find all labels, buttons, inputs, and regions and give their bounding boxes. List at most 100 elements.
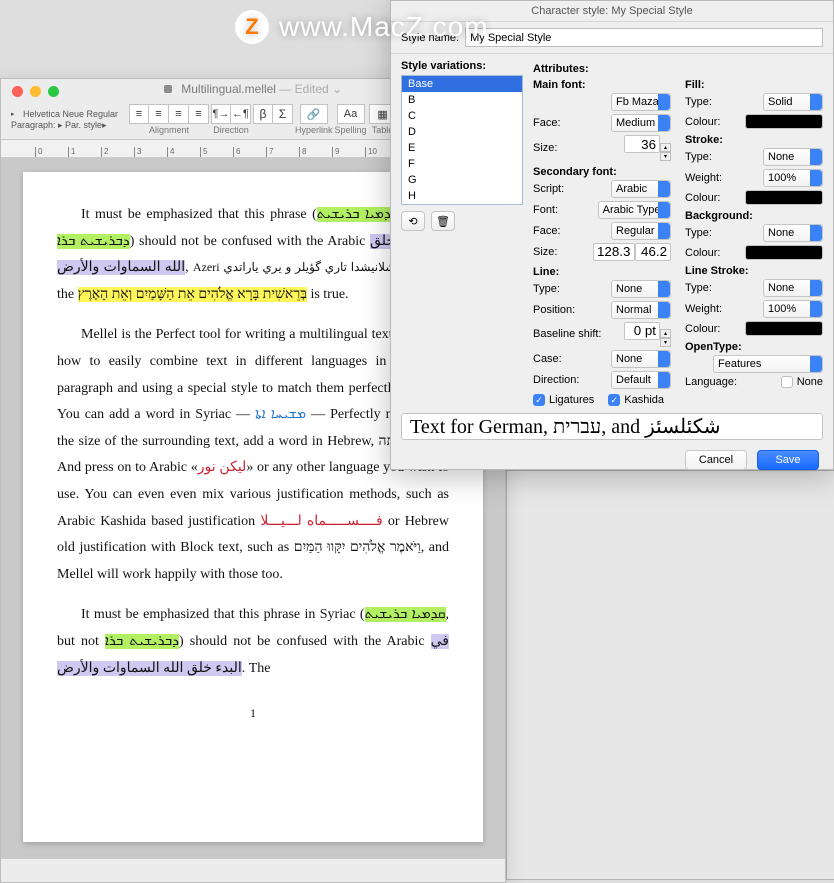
direction-label: Direction: xyxy=(533,374,579,386)
main-face-dropdown[interactable]: Medium xyxy=(611,114,671,132)
value: None xyxy=(768,227,794,239)
text-run: ) should not be xyxy=(130,234,217,249)
save-button[interactable]: Save xyxy=(757,450,819,470)
value: 100% xyxy=(768,172,796,184)
main-size-input[interactable] xyxy=(624,135,660,153)
sec-size-pct-input[interactable] xyxy=(593,243,635,261)
ltr-button[interactable]: ¶→ xyxy=(211,104,231,124)
paragraph-3[interactable]: It must be emphasized that this phrase i… xyxy=(57,602,449,682)
stroke-type-dropdown[interactable]: None xyxy=(763,148,823,166)
ls-weight-dropdown[interactable]: 100% xyxy=(763,300,823,318)
fill-colour-swatch[interactable] xyxy=(745,114,823,129)
fill-type-dropdown[interactable]: Solid xyxy=(763,93,823,111)
title-dropdown-caret[interactable]: ⌄ xyxy=(332,82,342,96)
cancel-button[interactable]: Cancel xyxy=(685,450,747,470)
align-left-button[interactable]: ≡ xyxy=(129,104,149,124)
spelling-label: Spelling xyxy=(335,125,367,135)
attributes-left: Attributes: Main font: Fb Mazal Face:Med… xyxy=(533,60,671,407)
sec-font-dropdown[interactable]: Arabic Types xyxy=(598,201,671,219)
beta-button[interactable]: β xyxy=(253,104,273,124)
rtl-button[interactable]: ←¶ xyxy=(231,104,251,124)
stroke-type-label: Type: xyxy=(685,151,712,163)
bg-type-dropdown[interactable]: None xyxy=(763,224,823,242)
value: Features xyxy=(718,358,761,370)
alignment-group: ≡ ≡ ≡ ≡ Alignment xyxy=(129,104,209,135)
document-proxy-icon[interactable] xyxy=(164,85,172,93)
document-state: — Edited xyxy=(279,82,328,96)
value: Default xyxy=(616,374,651,386)
syriac-run-2: ܕܒܪܝܫܝܬ ܒܪܐ xyxy=(57,234,130,249)
inspector-footer: Cancel Save xyxy=(391,440,833,482)
syriac-run-2b: ܕܒܪܝܫܝܬ ܒܪܐ xyxy=(105,634,179,649)
value: None xyxy=(768,151,794,163)
syriac-run-1: ܩܕܡܝܐ ܒܪܝܫܝܬ xyxy=(317,207,399,222)
zoom-icon[interactable] xyxy=(48,86,59,97)
bg-colour-swatch[interactable] xyxy=(745,245,823,260)
ls-type-dropdown[interactable]: None xyxy=(763,279,823,297)
align-justify-button[interactable]: ≡ xyxy=(189,104,209,124)
variation-item[interactable]: H xyxy=(402,188,522,204)
case-dropdown[interactable]: None xyxy=(611,350,671,368)
spelling-button[interactable]: Aa xyxy=(337,104,365,124)
variation-item[interactable]: B xyxy=(402,92,522,108)
line-type-dropdown[interactable]: None xyxy=(611,280,671,298)
stepper[interactable]: ▴▾ xyxy=(660,143,671,161)
sigma-button[interactable]: Σ xyxy=(273,104,293,124)
ls-colour-label: Colour: xyxy=(685,323,720,335)
align-center-button[interactable]: ≡ xyxy=(149,104,169,124)
variation-item[interactable]: D xyxy=(402,124,522,140)
hebrew-run-3: וַיֹּאמֶר אֱלֹהִים יִקָּווּ הַמַּיִם xyxy=(294,540,421,555)
main-font-name-label xyxy=(533,96,536,108)
main-font-dropdown[interactable]: Fb Mazal xyxy=(611,93,671,111)
variation-item[interactable]: E xyxy=(402,140,522,156)
line-position-label: Position: xyxy=(533,304,575,316)
label: Ligatures xyxy=(549,394,594,406)
document-title: Multilingual.mellel xyxy=(181,82,276,96)
baseline-input[interactable] xyxy=(624,322,660,340)
stepper[interactable]: ▴▾ xyxy=(660,329,671,347)
delete-variation-button[interactable]: 🗑 xyxy=(431,211,455,231)
variation-item[interactable]: F xyxy=(402,156,522,172)
stroke-colour-swatch[interactable] xyxy=(745,190,823,205)
stroke-weight-dropdown[interactable]: 100% xyxy=(763,169,823,187)
style-name-input[interactable] xyxy=(465,28,823,47)
ls-colour-swatch[interactable] xyxy=(745,321,823,336)
text-run: . The xyxy=(242,661,271,676)
direction-dropdown[interactable]: Default xyxy=(611,371,671,389)
ligatures-checkbox[interactable]: ✓ Ligatures xyxy=(533,394,594,406)
script-dropdown[interactable]: Arabic xyxy=(611,180,671,198)
variations-list[interactable]: Base B C D E F G H xyxy=(401,75,523,205)
opentype-section: OpenType: xyxy=(685,338,823,353)
opentype-features-dropdown[interactable]: Features xyxy=(713,355,823,373)
fill-section: Fill: xyxy=(685,76,823,91)
case-label: Case: xyxy=(533,353,562,365)
font-caret-icon[interactable]: ▸ xyxy=(11,110,19,118)
value: Fb Mazal xyxy=(616,96,661,108)
variation-item[interactable]: Base xyxy=(402,76,522,92)
check-icon: ✓ xyxy=(533,394,545,406)
fill-colour-label: Colour: xyxy=(685,116,720,128)
sec-size-val-input[interactable] xyxy=(635,243,671,261)
variations-label: Style variations: xyxy=(401,60,523,75)
watermark-text: www.MacZ.com xyxy=(279,11,489,43)
sec-face-dropdown[interactable]: Regular xyxy=(611,222,671,240)
line-position-dropdown[interactable]: Normal xyxy=(611,301,671,319)
font-panel[interactable]: ▸ Helvetica Neue Regular Paragraph: ▸ Pa… xyxy=(7,109,127,131)
stroke-weight-label: Weight: xyxy=(685,172,722,184)
value: None xyxy=(797,376,823,388)
opentype-language-field[interactable]: None xyxy=(781,376,823,388)
close-icon[interactable] xyxy=(12,86,23,97)
minimize-icon[interactable] xyxy=(30,86,41,97)
character-style-inspector: Character style: My Special Style Style … xyxy=(390,0,834,470)
kashida-checkbox[interactable]: ✓Kashida xyxy=(608,394,664,406)
variation-item[interactable]: C xyxy=(402,108,522,124)
text-run: is true. xyxy=(310,287,348,302)
text-run: ) should not be confused with the Arabic xyxy=(179,634,431,649)
refresh-variation-button[interactable]: ⟲ xyxy=(401,211,425,231)
hyperlink-button[interactable]: 🔗 xyxy=(300,104,328,124)
align-right-button[interactable]: ≡ xyxy=(169,104,189,124)
check-icon xyxy=(781,376,793,388)
variation-item[interactable]: G xyxy=(402,172,522,188)
value: Arabic xyxy=(616,183,647,195)
value: None xyxy=(616,283,642,295)
